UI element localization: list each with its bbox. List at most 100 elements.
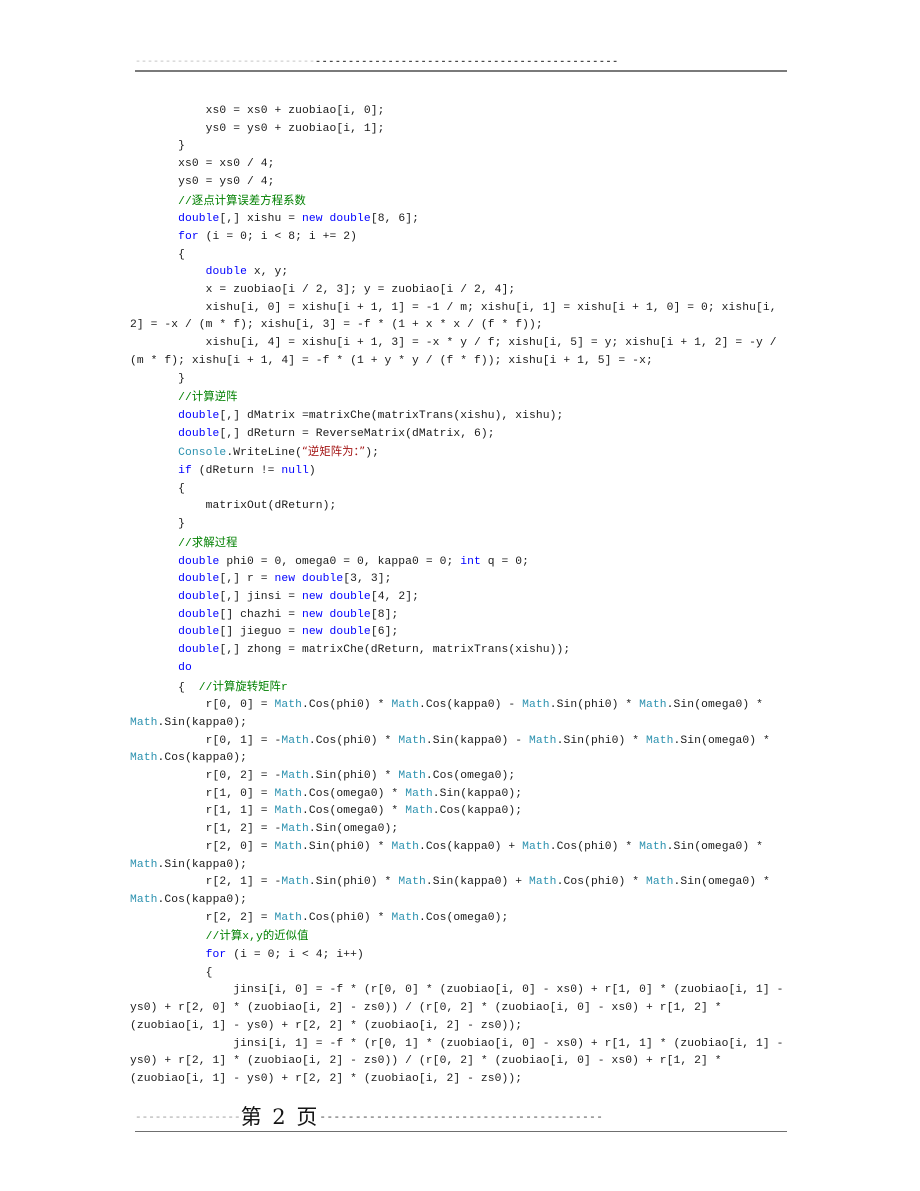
code-token-plain: matrixOut(dReturn); — [205, 500, 337, 513]
code-line: jinsi[i, 1] = -f * (r[0, 1] * (zuobiao[i… — [130, 1036, 792, 1089]
code-token-plain: .Sin(kappa0); — [157, 716, 247, 729]
code-token-kw: new — [302, 590, 323, 603]
header-rule — [135, 70, 787, 72]
code-token-cls: Math — [130, 893, 158, 906]
code-token-cls: Math — [274, 699, 302, 712]
code-token-cmt: // — [178, 195, 192, 208]
footer-rule — [135, 1131, 787, 1133]
code-token-plain: [8]; — [370, 608, 399, 621]
code-token-plain: .WriteLine( — [226, 447, 302, 460]
code-line: x = zuobiao[i / 2, 3]; y = zuobiao[i / 2… — [130, 282, 792, 300]
code-line: xs0 = xs0 + zuobiao[i, 0]; — [130, 103, 792, 121]
code-token-plain: .Cos(kappa0) + — [418, 840, 523, 853]
code-line: //求解过程 — [130, 534, 792, 554]
header-dashes-light: ------------------------------ — [135, 58, 316, 68]
code-token-plain: [6]; — [370, 626, 399, 639]
code-token-plain: .Cos(phi0) * — [302, 911, 392, 924]
code-line: do — [130, 660, 792, 678]
code-token-plain: r[1, 0] = — [205, 787, 275, 800]
code-token-kw: new — [302, 213, 323, 226]
code-token-plain: .Sin(omega0) * — [673, 734, 777, 747]
code-token-cmt: // — [205, 931, 220, 944]
code-line: jinsi[i, 0] = -f * (r[0, 0] * (zuobiao[i… — [130, 982, 792, 1035]
code-token-plain: xs0 = xs0 + zuobiao[i, 0]; — [205, 105, 385, 117]
code-line: for (i = 0; i < 4; i++) — [130, 947, 792, 965]
code-token-plain: r[2, 0] = — [205, 840, 275, 853]
code-line: Console.WriteLine(“逆矩阵为：”); — [130, 443, 792, 463]
code-listing: xs0 = xs0 + zuobiao[i, 0]; ys0 = ys0 + z… — [130, 103, 792, 1089]
code-token-cls: Math — [522, 699, 550, 712]
code-token-plain: .Sin(omega0) * — [666, 699, 770, 712]
code-token-cls: Math — [274, 805, 302, 818]
code-token-cls: Math — [130, 858, 158, 871]
code-token-cls: Math — [274, 787, 302, 800]
code-token-plain: .Cos(phi0) * — [302, 699, 392, 712]
code-token-plain: .Cos(kappa0); — [157, 893, 247, 906]
code-line: r[0, 1] = -Math.Cos(phi0) * Math.Sin(kap… — [130, 733, 792, 768]
code-token-plain: ys0 = ys0 + zuobiao[i, 1]; — [205, 122, 385, 135]
code-token-cmt: // — [178, 392, 192, 405]
code-line: r[0, 2] = -Math.Sin(phi0) * Math.Cos(ome… — [130, 768, 792, 786]
code-line: r[2, 0] = Math.Sin(phi0) * Math.Cos(kapp… — [130, 839, 792, 874]
code-line: //计算x,y的近似值 — [130, 927, 792, 947]
code-token-plain: .Sin(omega0) * — [666, 840, 770, 853]
code-token-cls: Math — [522, 840, 550, 853]
document-page: ----------------------------------------… — [0, 0, 920, 1191]
code-token-kw: double — [205, 266, 247, 279]
code-token-plain: .Sin(kappa0); — [157, 858, 247, 871]
code-line: for (i = 0; i < 8; i += 2) — [130, 229, 792, 247]
code-token-plain: .Cos(omega0) * — [302, 787, 406, 800]
code-token-plain: [] chazhi = — [219, 608, 302, 621]
code-token-kw: double — [178, 626, 220, 639]
code-token-kw: for — [178, 230, 199, 243]
code-token-cmt: 的近似值 — [262, 929, 309, 943]
code-token-kw: double — [178, 409, 220, 422]
code-token-kw: double — [178, 213, 220, 226]
code-token-plain: [,] dReturn = ReverseMatrix(dMatrix, 6); — [219, 427, 495, 440]
code-line: double[] chazhi = new double[8]; — [130, 607, 792, 625]
code-token-kw: new — [274, 573, 296, 586]
header-dashes-dark: ----------------------------------------… — [315, 58, 619, 68]
page-header: ----------------------------------------… — [135, 58, 787, 80]
code-token-plain: [,] r = — [219, 573, 275, 586]
code-token-plain: .Cos(phi0) * — [549, 840, 640, 853]
code-token-kw: double — [178, 427, 220, 440]
code-token-plain: .Cos(kappa0) - — [418, 699, 523, 712]
code-token-kw: for — [205, 949, 227, 962]
code-token-kw: double — [178, 555, 220, 568]
code-token-cls: Math — [281, 823, 309, 836]
code-line: ys0 = ys0 / 4; — [130, 174, 792, 192]
code-token-kw: new — [302, 608, 323, 621]
code-token-kw: if — [178, 465, 192, 478]
code-token-plain: .Sin(omega0); — [308, 823, 399, 836]
code-token-plain: .Cos(phi0) * — [308, 734, 399, 747]
code-token-plain: [4, 2]; — [370, 590, 419, 603]
footer-dashes-left: ---------------- — [135, 1112, 241, 1124]
code-token-plain: xishu[i, 0] = xishu[i + 1, 1] = -1 / m; … — [130, 301, 784, 332]
code-token-plain: [8, 6]; — [370, 213, 419, 226]
code-token-cmt: r — [280, 681, 288, 694]
code-line: } — [130, 371, 792, 389]
code-token-cmt: 计算逆阵 — [191, 390, 238, 404]
code-token-cls: Math — [274, 840, 302, 853]
code-token-plain: (i = 0; i < 4; i++) — [226, 949, 364, 962]
